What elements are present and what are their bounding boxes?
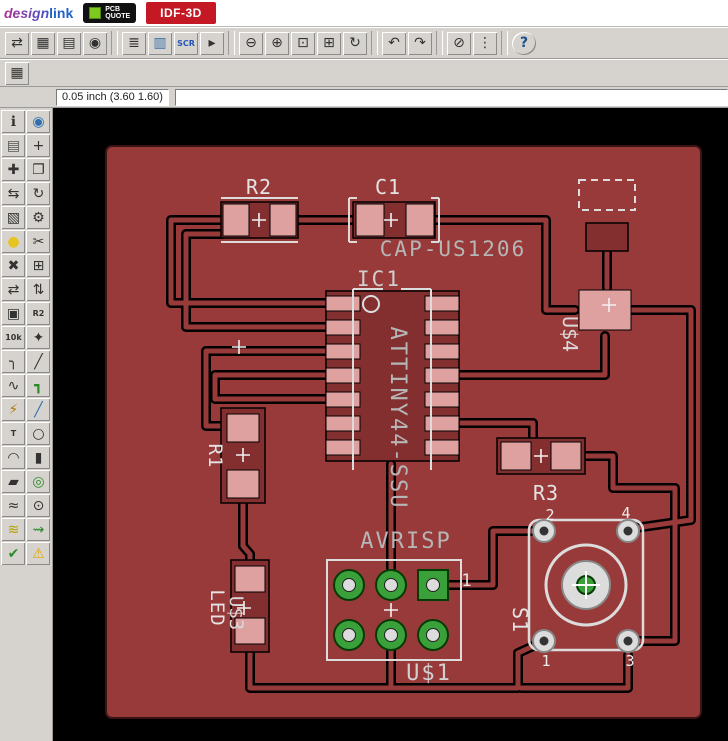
ratsnest-icon[interactable]: ≋ [1, 518, 26, 541]
text-icon[interactable]: T [1, 422, 26, 445]
change-wrench-icon[interactable]: ⚙ [26, 206, 51, 229]
silk-label-u4: U$4 [558, 316, 582, 352]
auto-route-icon[interactable]: ⇝ [26, 518, 51, 541]
secondary-toolbar: ▦ [0, 59, 728, 87]
zoom-out-icon[interactable]: ⊖ [239, 31, 263, 55]
silk-label-led: LED [206, 589, 228, 626]
signal-icon[interactable]: ≈ [1, 494, 26, 517]
zoom-fit-icon[interactable]: ⊡ [291, 31, 315, 55]
script-icon[interactable]: SCR [174, 31, 198, 55]
rotate-icon[interactable]: ↻ [26, 182, 51, 205]
cam-export-icon[interactable]: ◉ [83, 31, 107, 55]
toolbar-separator [371, 31, 378, 55]
silk-label-sw2: 2 [545, 506, 554, 524]
pinswap-icon[interactable]: ⇄ [1, 278, 26, 301]
silk-label-cap-us1206: CAP-US1206 [380, 237, 526, 261]
pcb-canvas[interactable]: R2 C1 CAP-US1206 IC1 ATTINY44-SSU U$4 R1… [52, 108, 728, 741]
stop-icon[interactable]: ⊘ [447, 31, 471, 55]
route-icon[interactable]: ┓ [26, 374, 51, 397]
pcb-quote-line2: QUOTE [105, 13, 131, 20]
coordinate-display: 0.05 inch (3.60 1.60) [56, 88, 169, 106]
app-header: design link PCB QUOTE IDF-3D [0, 0, 728, 27]
pcb-drawing: R2 C1 CAP-US1206 IC1 ATTINY44-SSU U$4 R1… [104, 145, 702, 719]
value-icon[interactable]: 10k [1, 326, 26, 349]
toolbar-separator [228, 31, 235, 55]
via-icon[interactable]: ◎ [26, 470, 51, 493]
silk-label-avrisp: AVRISP [360, 529, 451, 554]
hole-icon[interactable]: ⊙ [26, 494, 51, 517]
ulp-icon[interactable]: ≣ [122, 31, 146, 55]
ripup-icon[interactable]: ⚡ [1, 398, 26, 421]
save-icon[interactable]: ▦ [31, 31, 55, 55]
options-icon[interactable]: ⋮ [473, 31, 497, 55]
show-eye-icon[interactable]: ◉ [26, 110, 51, 133]
zoom-in-icon[interactable]: ⊕ [265, 31, 289, 55]
info-tool-icon[interactable]: ℹ [1, 110, 26, 133]
print-icon[interactable]: ▤ [57, 31, 81, 55]
help-icon[interactable]: ? [512, 31, 536, 55]
zoom-redraw-icon[interactable]: ↻ [343, 31, 367, 55]
errors-icon[interactable]: ⚠ [26, 542, 51, 565]
paint-icon[interactable]: ● [1, 230, 26, 253]
main-toolbar: ⇄ ▦ ▤ ◉ ≣ ▥ SCR ▸ ⊖ ⊕ ⊡ ⊞ ↻ ↶ ↷ ⊘ ⋮? [0, 27, 728, 59]
silk-label-c1: C1 [375, 175, 401, 199]
silk-label-u3: U$3 [225, 596, 247, 630]
group-icon[interactable]: ▧ [1, 206, 26, 229]
tool-palette: ℹ ◉ ▤ + ✚ ❐ ⇆ ↻ ▧ ⚙ ● ✂ ✖ ⊞ ⇄ ⇅ ▣ R2 10k ✦ ╮ ╱ ∿ ┓ ⚡ ╱ T ○ ◠ ▮ ▰ ◎ ≈ ⊙ ≋ ⇝ ✔… [0, 108, 53, 741]
command-input[interactable] [174, 88, 728, 106]
run-icon[interactable]: ▸ [200, 31, 224, 55]
layer-settings-icon[interactable]: ▥ [148, 31, 172, 55]
rect-icon[interactable]: ▮ [26, 446, 51, 469]
display-layers-icon[interactable]: ▤ [1, 134, 26, 157]
idf-3d-button[interactable]: IDF-3D [146, 2, 216, 24]
zoom-select-icon[interactable]: ⊞ [317, 31, 341, 55]
silk-label-r3: R3 [533, 481, 559, 505]
replace-icon[interactable]: ⇅ [26, 278, 51, 301]
redo-icon[interactable]: ↷ [408, 31, 432, 55]
designlink-logo: design link [4, 5, 73, 21]
cut-icon[interactable]: ✂ [26, 230, 51, 253]
silk-label-sw4: 4 [621, 504, 630, 522]
silk-label-s1: S1 [508, 607, 532, 633]
pcb-chip-icon [89, 7, 102, 19]
toolbar-separator [436, 31, 443, 55]
undo-icon[interactable]: ↶ [382, 31, 406, 55]
pcb-quote-line1: PCB [105, 6, 121, 13]
toolbar-separator [111, 31, 118, 55]
split-icon[interactable]: ╱ [26, 350, 51, 373]
mark-icon[interactable]: + [26, 134, 51, 157]
miter-icon[interactable]: ╮ [1, 350, 26, 373]
grid-icon[interactable]: ▦ [5, 61, 29, 85]
silk-label-ic1: IC1 [357, 267, 401, 291]
silk-label-r2: R2 [246, 175, 272, 199]
polygon-icon[interactable]: ▰ [1, 470, 26, 493]
add-icon[interactable]: ⊞ [26, 254, 51, 277]
wire-icon[interactable]: ╱ [26, 398, 51, 421]
coordinate-bar: 0.05 inch (3.60 1.60) [0, 87, 728, 108]
smash-icon[interactable]: ✦ [26, 326, 51, 349]
silk-label-sw3: 3 [625, 652, 634, 670]
pcb-quote-button[interactable]: PCB QUOTE [83, 3, 137, 23]
toolbar-separator [501, 31, 508, 55]
silk-label-u1: U$1 [406, 661, 452, 686]
lock-icon[interactable]: ▣ [1, 302, 26, 325]
silk-label-attiny44: ATTINY44-SSU [385, 327, 410, 510]
delete-icon[interactable]: ✖ [1, 254, 26, 277]
mirror-icon[interactable]: ⇆ [1, 182, 26, 205]
arc-icon[interactable]: ◠ [1, 446, 26, 469]
drc-check-icon[interactable]: ✔ [1, 542, 26, 565]
name-icon[interactable]: R2 [26, 302, 51, 325]
logo-design-text: design [4, 5, 50, 21]
circle-icon[interactable]: ○ [26, 422, 51, 445]
copy-icon[interactable]: ❐ [26, 158, 51, 181]
meander-icon[interactable]: ∿ [1, 374, 26, 397]
silk-label-sw1: 1 [541, 652, 550, 670]
move-icon[interactable]: ✚ [1, 158, 26, 181]
logo-link-text: link [49, 5, 74, 21]
silk-label-pin1: 1 [461, 571, 472, 591]
board-schematic-switch-icon[interactable]: ⇄ [5, 31, 29, 55]
silk-label-r1: R1 [204, 444, 226, 469]
